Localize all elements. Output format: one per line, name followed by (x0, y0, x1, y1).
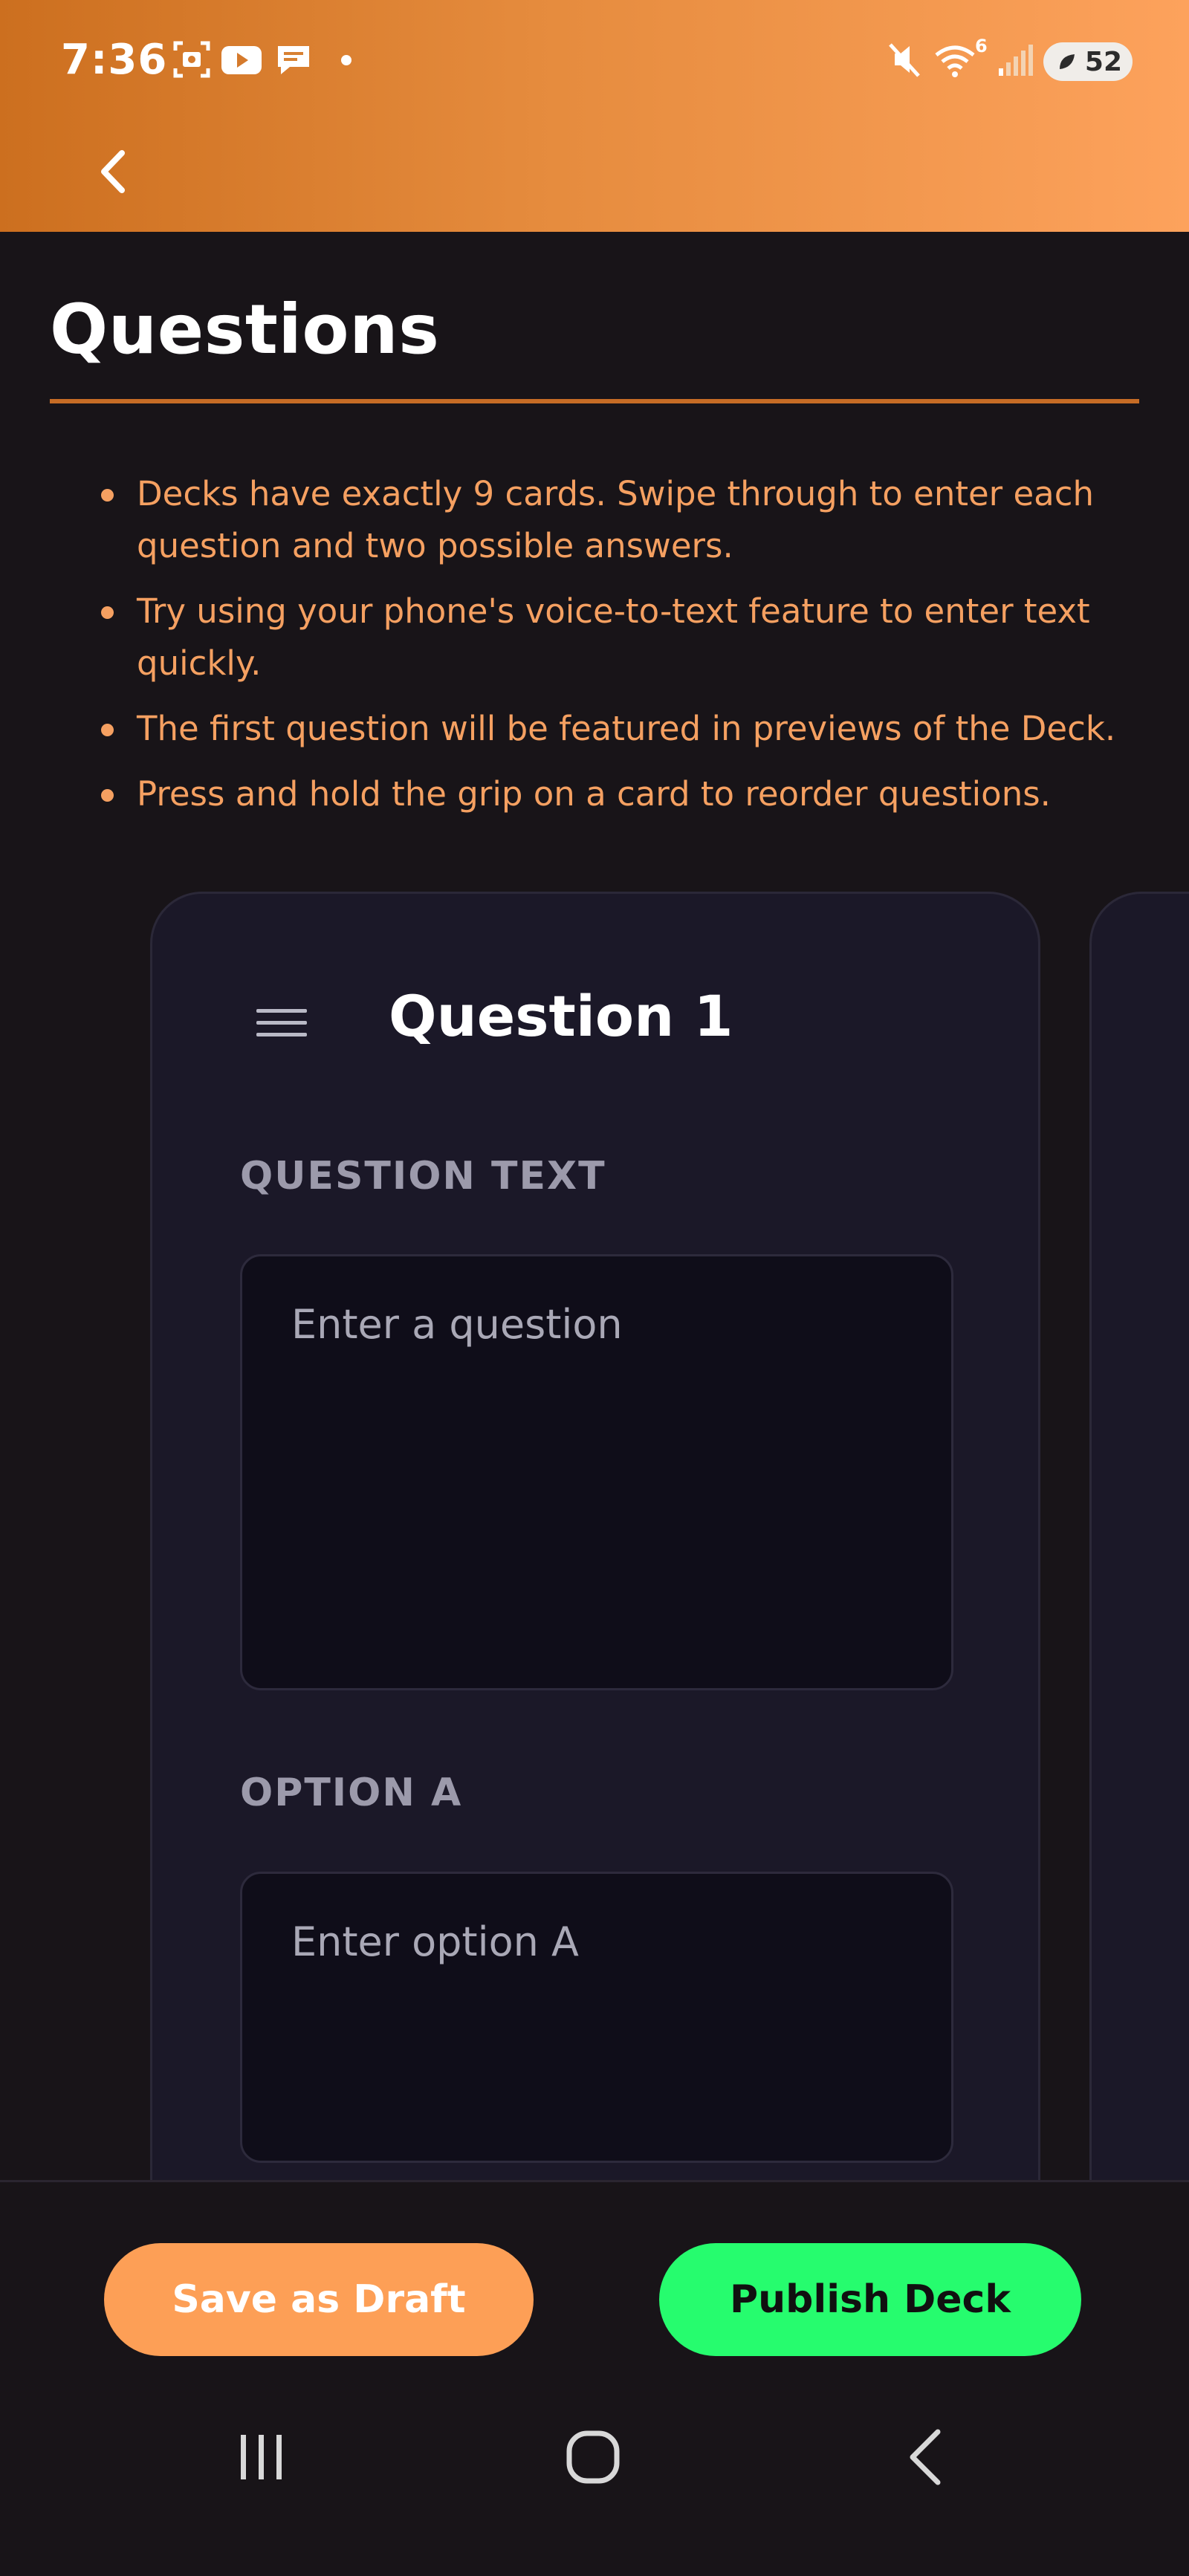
chat-bubble-icon (278, 46, 309, 74)
power-saving-icon (1060, 54, 1075, 69)
screen: 7:36 6 52 Questions Decks have exactly 9… (0, 0, 1189, 2576)
page-title: Questions (50, 290, 440, 369)
chevron-left-icon[interactable] (91, 146, 135, 198)
wifi-superscript: 6 (975, 36, 988, 56)
save-draft-button[interactable]: Save as Draft (104, 2243, 534, 2356)
instruction-item: The first question will be featured in p… (98, 703, 1138, 755)
instruction-item: Try using your phone's voice-to-text fea… (98, 585, 1138, 690)
youtube-icon (221, 46, 262, 74)
question-text-label: QUESTION TEXT (240, 1154, 606, 1198)
instruction-item: Decks have exactly 9 cards. Swipe throug… (98, 468, 1138, 572)
publish-deck-button[interactable]: Publish Deck (659, 2243, 1081, 2356)
notification-dot-icon (341, 55, 351, 65)
home-icon[interactable] (556, 2420, 630, 2494)
wifi-icon (935, 45, 975, 77)
option-a-label: OPTION A (240, 1771, 463, 1815)
instruction-item: Press and hold the grip on a card to reo… (98, 768, 1138, 820)
recents-icon[interactable] (224, 2420, 299, 2494)
battery-level: 52 (1084, 46, 1122, 77)
instructions-list: Decks have exactly 9 cards. Swipe throug… (98, 468, 1138, 834)
option-a-input[interactable] (240, 1872, 953, 2163)
battery-indicator: 52 (1043, 42, 1133, 81)
grip-lines-icon[interactable] (256, 1009, 307, 1039)
card-title: Question 1 (389, 983, 733, 1049)
mute-icon (889, 43, 920, 77)
app-header: 7:36 6 52 (0, 0, 1189, 232)
status-time: 7:36 (61, 36, 168, 84)
bottom-action-bar: Save as Draft Publish Deck (0, 2180, 1189, 2576)
screenshot-icon (173, 41, 210, 78)
title-divider (50, 399, 1139, 403)
question-card[interactable]: Question 1 QUESTION TEXT OPTION A (150, 892, 1040, 2303)
signal-icon (999, 45, 1033, 76)
question-text-input[interactable] (240, 1254, 953, 1690)
back-icon[interactable] (890, 2420, 965, 2494)
status-bar: 7:36 6 52 (0, 0, 1189, 123)
next-question-card[interactable] (1089, 892, 1189, 2303)
